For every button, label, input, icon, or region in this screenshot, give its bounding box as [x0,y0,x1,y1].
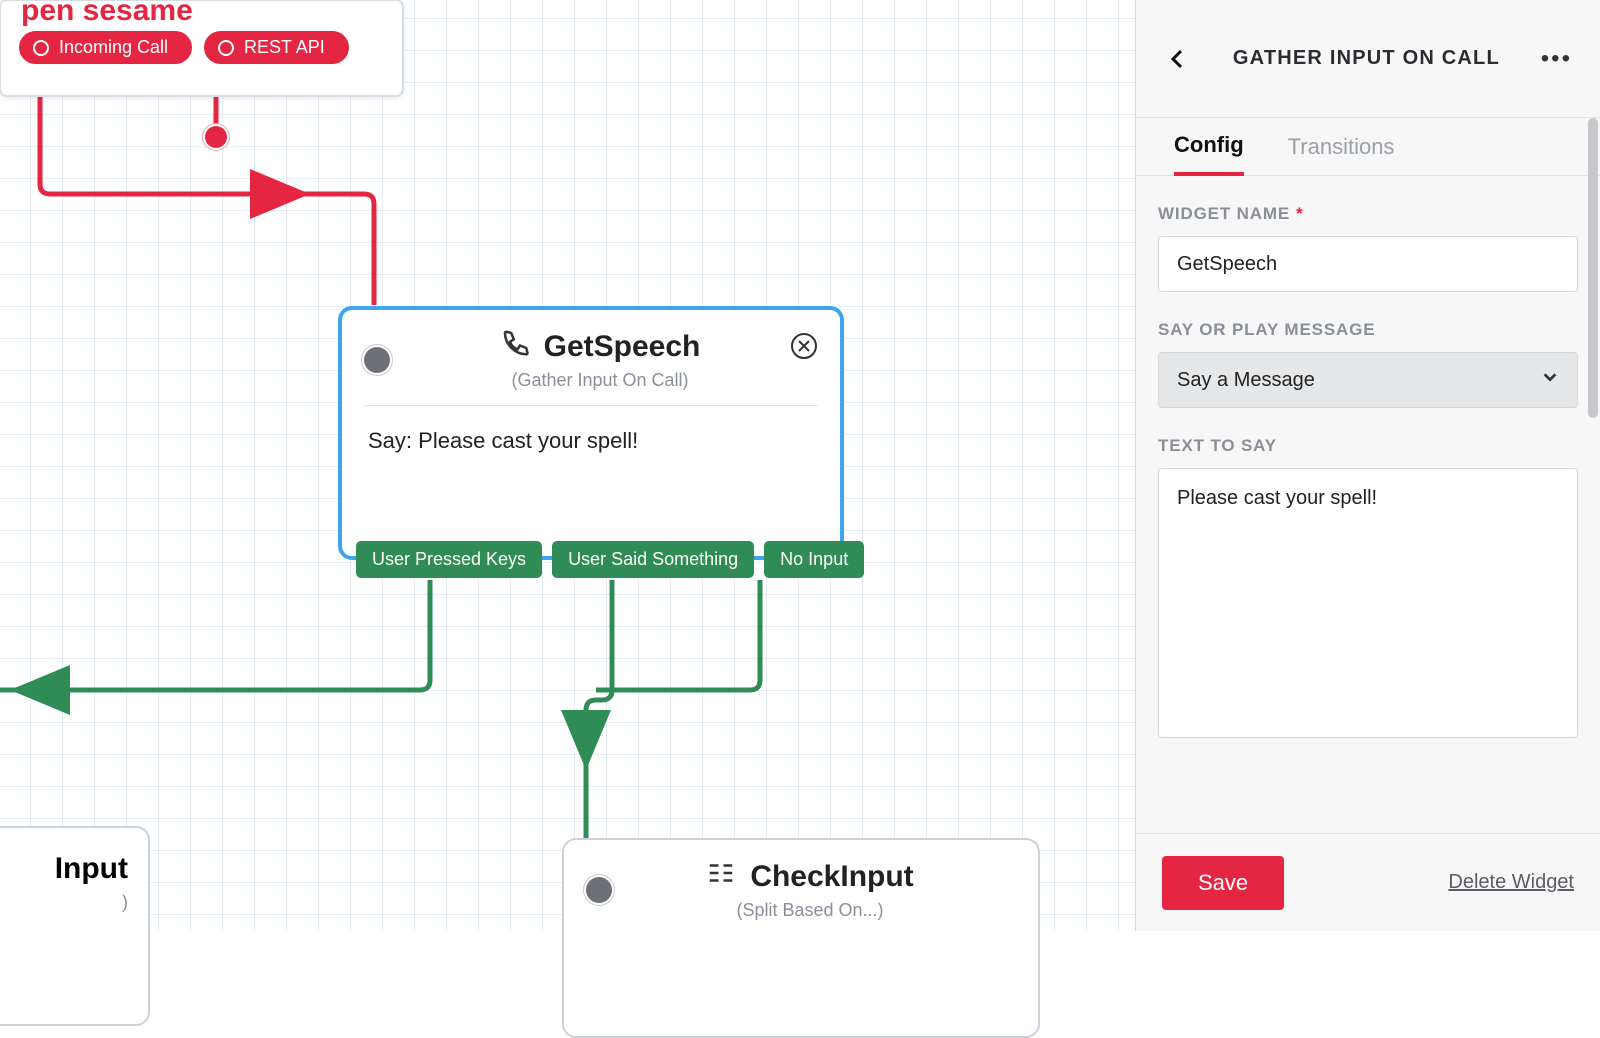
widget-subtitle: (Gather Input On Call) [382,370,818,391]
panel-title: GATHER INPUT ON CALL [1212,47,1521,70]
radio-icon [33,40,49,56]
panel-tabs: Config Transitions [1136,118,1600,176]
chevron-down-icon [1541,368,1559,392]
widget-left-partial[interactable]: Input ) [0,826,150,1026]
output-user-said-something[interactable]: User Said Something [552,541,754,578]
label-text-to-say: TEXT TO SAY [1158,436,1578,456]
widget-body: Say: Please cast your spell! [342,406,840,476]
delete-widget-link[interactable]: Delete Widget [1448,871,1574,894]
flow-title: pen sesame [21,0,193,28]
radio-icon [218,40,234,56]
trigger-rest-api[interactable]: REST API [204,31,349,64]
close-icon[interactable] [790,332,818,360]
widget-title: GetSpeech [544,330,701,364]
back-button[interactable] [1164,45,1192,73]
say-or-play-select[interactable]: Say a Message [1158,352,1578,408]
widget-title: CheckInput [750,860,913,894]
save-button[interactable]: Save [1162,856,1284,910]
label-widget-name: WIDGET NAME* [1158,204,1578,224]
config-panel: GATHER INPUT ON CALL ••• Config Transiti… [1135,0,1600,931]
tab-transitions[interactable]: Transitions [1288,134,1395,174]
phone-icon [500,328,530,366]
widget-subtitle: (Split Based On...) [604,900,1016,921]
widget-name-input[interactable] [1158,236,1578,292]
widget-subtitle: ) [0,892,148,913]
select-value: Say a Message [1177,369,1315,392]
trigger-widget[interactable]: pen sesame Incoming Call REST API [0,0,404,97]
split-icon [706,858,736,896]
more-menu-icon[interactable]: ••• [1541,45,1572,73]
widget-getspeech[interactable]: GetSpeech (Gather Input On Call) Say: Pl… [338,306,844,560]
trigger-label: Incoming Call [59,37,168,58]
output-user-pressed-keys[interactable]: User Pressed Keys [356,541,542,578]
scrollbar[interactable] [1588,118,1598,418]
connector-endpoint[interactable] [205,126,227,148]
widget-checkinput[interactable]: CheckInput (Split Based On...) [562,838,1040,1038]
tab-config[interactable]: Config [1174,132,1244,176]
trigger-label: REST API [244,37,325,58]
widget-title: Input [0,828,148,886]
label-say-or-play: SAY OR PLAY MESSAGE [1158,320,1578,340]
text-to-say-input[interactable] [1158,468,1578,738]
output-no-input[interactable]: No Input [764,541,864,578]
trigger-incoming-call[interactable]: Incoming Call [19,31,192,64]
